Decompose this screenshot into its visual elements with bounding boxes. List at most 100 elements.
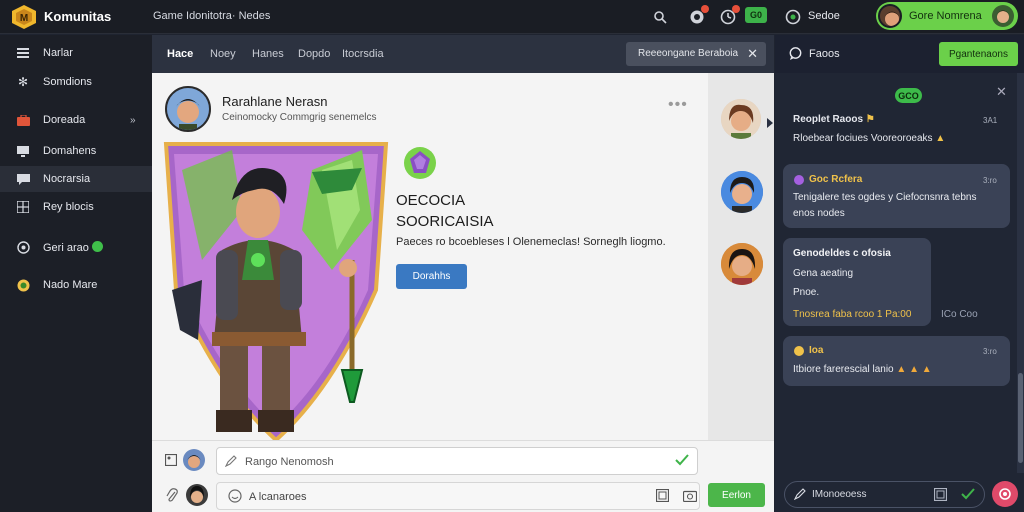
gallery-icon[interactable] bbox=[655, 488, 670, 505]
sidebar-item-nocrarsia[interactable]: Nocrarsia bbox=[0, 166, 152, 192]
chat-message-author: Reoplet Raoos ⚑ bbox=[793, 114, 875, 125]
participant-avatar[interactable] bbox=[721, 99, 761, 139]
record-icon bbox=[999, 488, 1011, 500]
user-name: Gore Nomrena bbox=[909, 10, 982, 22]
chat-message-bubble[interactable] bbox=[783, 336, 1010, 386]
grid-icon bbox=[16, 200, 30, 214]
tab-itocrsdia[interactable]: Itocrsdia bbox=[342, 48, 384, 60]
chat-top-button[interactable]: Pgantenaons bbox=[939, 42, 1018, 66]
pointer-icon bbox=[767, 118, 773, 128]
filter-chip[interactable]: Reeeongane Beraboia ✕ bbox=[626, 42, 766, 66]
top-nav[interactable]: Game Idonitotra· Nedes bbox=[153, 10, 270, 22]
tab-dopdo[interactable]: Dopdo bbox=[298, 48, 330, 60]
chat-scrollbar[interactable] bbox=[1017, 73, 1024, 473]
chat-message-time: 3A1 bbox=[983, 116, 998, 125]
chat-message-text: Gena aeating bbox=[793, 268, 854, 279]
sidebar-item-rey-blocis[interactable]: Rey blocis bbox=[0, 194, 152, 220]
send-button[interactable]: Eerlon bbox=[708, 483, 765, 507]
brand-name: Komunitas bbox=[44, 9, 112, 24]
search-icon[interactable] bbox=[651, 8, 669, 26]
briefcase-icon bbox=[16, 113, 30, 127]
close-icon[interactable]: ✕ bbox=[747, 46, 758, 62]
card-title-line-2: SOORICAISIA bbox=[396, 213, 494, 230]
sidebar-item-somdions[interactable]: ✻ Somdions bbox=[0, 69, 152, 95]
card-title-line-1: OECOCIA bbox=[396, 192, 466, 209]
author-avatar[interactable] bbox=[165, 86, 211, 132]
camera-icon[interactable] bbox=[682, 489, 698, 505]
gallery-icon[interactable] bbox=[933, 487, 948, 504]
pencil-icon bbox=[793, 488, 806, 503]
user-profile-pill[interactable]: Gore Nomrena bbox=[876, 2, 1018, 30]
friend-avatar[interactable] bbox=[992, 5, 1014, 27]
clock-icon[interactable] bbox=[719, 5, 740, 26]
logo-icon[interactable]: M bbox=[10, 4, 38, 30]
sidebar-item-geri-arao[interactable]: Geri arao bbox=[0, 234, 152, 260]
sidebar-item-label: Rey blocis bbox=[43, 201, 94, 213]
sidebar-item-label: Nocrarsia bbox=[43, 173, 91, 185]
attach-icon[interactable] bbox=[166, 488, 178, 505]
more-options-icon[interactable]: ••• bbox=[668, 96, 688, 114]
chat-send-button[interactable] bbox=[992, 481, 1018, 507]
gear-icon: ✻ bbox=[17, 75, 29, 89]
menu-icon bbox=[16, 46, 30, 60]
tab-hace[interactable]: Hace bbox=[167, 48, 193, 60]
scrollbar-thumb[interactable] bbox=[1018, 373, 1023, 463]
chat-message-author: Goc Rcfera bbox=[809, 174, 863, 185]
card-title: OECOCIA SOORICAISIA bbox=[396, 190, 494, 232]
chat-message-author: Genodeldes c ofosia bbox=[793, 248, 891, 259]
post-author-name[interactable]: Rarahlane Nerasn bbox=[222, 94, 328, 109]
composer-avatar-secondary bbox=[186, 484, 208, 506]
svg-text:M: M bbox=[20, 13, 28, 24]
chat-message-text-cont: Pnoe. bbox=[793, 287, 820, 298]
sidebar-item-domahens[interactable]: Domahens bbox=[0, 138, 152, 164]
sidebar-item-label: Narlar bbox=[43, 47, 73, 59]
globe-icon[interactable] bbox=[784, 8, 802, 26]
sidebar-item-label: Nado Mare bbox=[43, 279, 98, 291]
reply-input-placeholder: Rango Nenomosh bbox=[245, 456, 334, 468]
chat-message-author: Ioa bbox=[809, 345, 824, 356]
chat-message-text: Rloebear fociues Vooreoroeaks ▲ bbox=[793, 133, 946, 144]
tab-noey[interactable]: Noey bbox=[210, 48, 236, 60]
check-icon[interactable] bbox=[961, 488, 975, 503]
sidebar-item-label: Geri arao bbox=[43, 240, 103, 254]
chat-message-time: 3:ro bbox=[983, 176, 997, 185]
chat-input[interactable]: IMonoeoess bbox=[784, 481, 985, 508]
notification-icon[interactable] bbox=[688, 5, 709, 26]
sidebar-item-narlar[interactable]: Narlar bbox=[0, 40, 152, 66]
check-icon[interactable] bbox=[675, 454, 689, 469]
tab-hanes[interactable]: Hanes bbox=[252, 48, 284, 60]
user-avatar bbox=[878, 4, 902, 28]
chat-message-aside: ICo Coo bbox=[941, 309, 978, 320]
filter-chip-label: Reeeongane Beraboia bbox=[638, 48, 739, 59]
emoji-icon[interactable] bbox=[228, 489, 242, 506]
message-input-placeholder: A lcanaroes bbox=[249, 491, 307, 503]
chat-message-text: Itbiore farerescial lanio ▲ ▲ ▲ bbox=[793, 364, 932, 375]
chat-input-placeholder: IMonoeoess bbox=[812, 489, 867, 500]
sidebar-item-label: Domahens bbox=[43, 145, 97, 157]
sidebar-item-doreada[interactable]: Doreada » bbox=[0, 107, 152, 133]
post-subtitle: Ceinomocky Commgrig senemelcs bbox=[222, 112, 377, 123]
sidebar-item-label: Doreada bbox=[43, 114, 86, 126]
green-status-badge[interactable]: G0 bbox=[745, 7, 767, 23]
online-indicator bbox=[91, 240, 103, 252]
image-icon[interactable] bbox=[164, 453, 178, 469]
close-icon[interactable]: ✕ bbox=[996, 84, 1007, 100]
game-character-illustration bbox=[163, 142, 389, 440]
composer-avatar bbox=[183, 449, 205, 471]
monitor-icon bbox=[16, 144, 30, 158]
chat-message-text-cont: enos nodes bbox=[793, 208, 845, 219]
reply-input[interactable]: Rango Nenomosh bbox=[216, 447, 698, 475]
message-input[interactable]: A lcanaroes bbox=[216, 482, 700, 510]
status-label[interactable]: Sedoe bbox=[808, 10, 840, 22]
chat-status-pill: GCO bbox=[895, 88, 922, 103]
chat-message-text: Tenigalere tes ogdes y Ciefocnsnra tebns bbox=[793, 192, 977, 203]
gem-icon bbox=[404, 147, 436, 179]
card-action-button[interactable]: Dorahhs bbox=[396, 264, 467, 289]
left-sidebar: Narlar ✻ Somdions Doreada » Domahens Noc… bbox=[0, 35, 152, 512]
sidebar-item-nado-mare[interactable]: Nado Mare bbox=[0, 272, 152, 298]
card-description: Paeces ro bcoebleses l Olenemeclas! Sorn… bbox=[396, 236, 666, 248]
participant-avatar[interactable] bbox=[721, 171, 763, 213]
expand-arrow-icon[interactable]: » bbox=[130, 115, 136, 126]
pencil-icon bbox=[224, 455, 237, 470]
participant-avatar[interactable] bbox=[721, 243, 763, 285]
